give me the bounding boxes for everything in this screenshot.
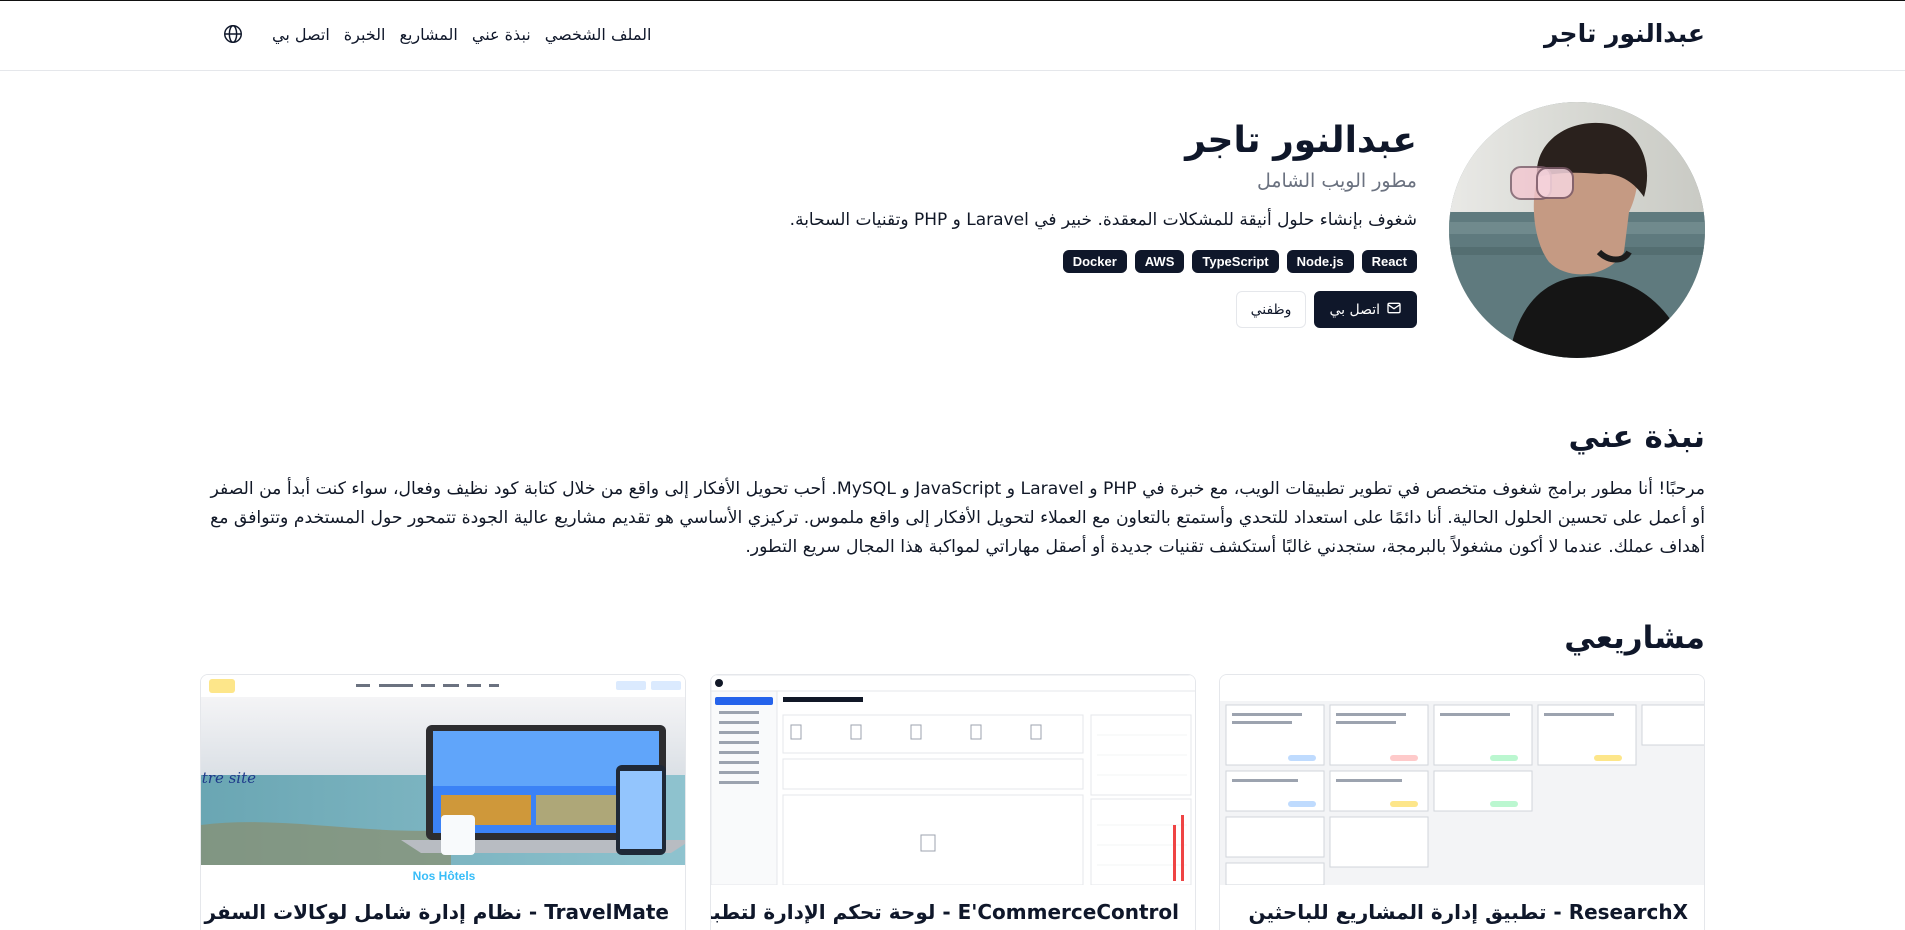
- hire-button[interactable]: وظفني: [1235, 291, 1307, 329]
- hero-description: شغوف بإنشاء حلول أنيقة للمشكلات المعقدة.…: [789, 210, 1417, 231]
- projects-grid: ResearchX - تطبيق إدارة المشاريع للباحثي…: [200, 674, 1705, 930]
- skill-tag: AWS: [1134, 250, 1185, 274]
- skill-tag: Docker: [1062, 250, 1127, 274]
- hero-name: عبدالنور تاجر: [1185, 120, 1417, 161]
- contact-button[interactable]: اتصل بي: [1314, 291, 1417, 329]
- globe-icon[interactable]: [222, 23, 244, 45]
- hero-section: عبدالنور تاجر مطور الويب الشامل شغوف بإن…: [657, 119, 1417, 329]
- hero-actions: اتصل بي وظفني: [657, 291, 1417, 329]
- contact-button-label: اتصل بي: [1329, 301, 1380, 318]
- skill-tag: Node.js: [1286, 250, 1354, 274]
- mail-icon: [1386, 300, 1402, 320]
- skill-tag: TypeScript: [1192, 250, 1279, 274]
- projects-title: مشاريعي: [1564, 620, 1705, 656]
- travelmate-slogan: Réservez sur notre site: [201, 769, 256, 787]
- nav-item-about[interactable]: نبذة عني: [472, 25, 531, 44]
- nav-item-projects[interactable]: المشاريع: [399, 25, 457, 44]
- nav-item-profile[interactable]: الملف الشخصي: [545, 25, 652, 44]
- project-card[interactable]: Réservez sur notre site Nos Hôtels Trave…: [200, 674, 686, 930]
- project-screenshot: [711, 675, 1195, 885]
- main-nav: الملف الشخصي نبذة عني المشاريع الخبرة ات…: [222, 23, 651, 45]
- brand-name[interactable]: عبدالنور تاجر: [1544, 19, 1705, 48]
- project-title: ResearchX - تطبيق إدارة المشاريع للباحثي…: [1248, 900, 1688, 924]
- nav-item-contact[interactable]: اتصل بي: [272, 25, 330, 44]
- skill-tag: React: [1361, 250, 1417, 274]
- about-text: مرحبًا! أنا مطور برامج شغوف متخصص في تطو…: [210, 479, 1705, 557]
- about-title: نبذة عني: [1568, 419, 1706, 455]
- travelmate-section-label: Nos Hôtels: [413, 869, 476, 883]
- project-screenshot: [1220, 675, 1704, 885]
- profile-photo: [1449, 102, 1705, 358]
- hero-role: مطور الويب الشامل: [1256, 170, 1417, 193]
- skill-tags: React Node.js TypeScript AWS Docker: [657, 250, 1417, 274]
- nav-item-experience[interactable]: الخبرة: [344, 25, 386, 44]
- project-card[interactable]: E'CommerceControl - لوحة تحكم الإدارة لت…: [710, 674, 1196, 930]
- project-screenshot: Réservez sur notre site Nos Hôtels: [201, 675, 685, 885]
- site-header: عبدالنور تاجر الملف الشخصي نبذة عني المش…: [0, 1, 1905, 71]
- project-title: TravelMate - نظام إدارة شامل لوكالات الس…: [204, 900, 669, 924]
- project-card[interactable]: ResearchX - تطبيق إدارة المشاريع للباحثي…: [1219, 674, 1705, 930]
- project-title: E'CommerceControl - لوحة تحكم الإدارة لت…: [711, 900, 1179, 924]
